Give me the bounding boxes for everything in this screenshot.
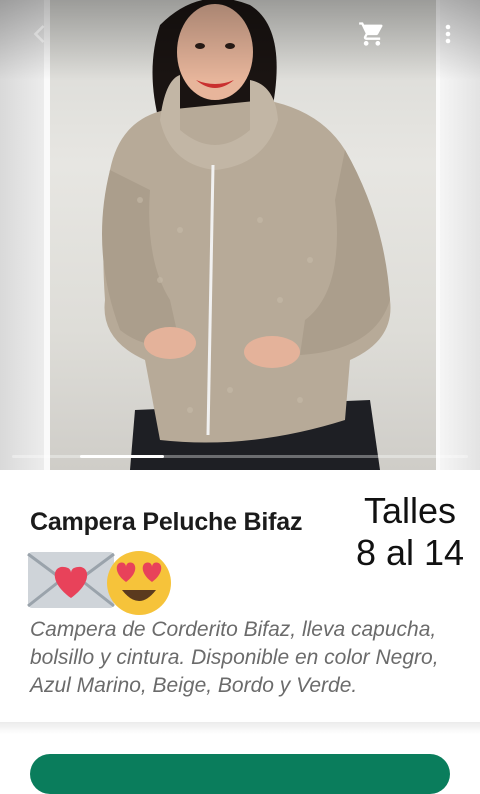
product-title: Campera Peluche Bifaz <box>30 508 303 536</box>
more-vert-icon <box>445 24 451 44</box>
cart-icon <box>359 22 383 46</box>
back-arrow-icon <box>33 25 45 43</box>
emoji-row <box>26 546 176 616</box>
back-button[interactable] <box>20 14 60 54</box>
sizes-line-1: Talles <box>363 490 457 531</box>
product-description: Campera de Corderito Bifaz, lleva capuch… <box>30 618 439 697</box>
primary-action-button[interactable] <box>30 754 450 794</box>
more-options-button[interactable] <box>428 14 468 54</box>
sizes-label: Talles 8 al 14 <box>345 490 475 574</box>
image-carousel[interactable] <box>0 0 480 470</box>
toolbar-scrim <box>0 0 480 80</box>
heart-eyes-emoji <box>107 551 171 615</box>
sizes-line-2: 8 al 14 <box>355 532 465 573</box>
bottom-bar-shadow <box>0 722 480 734</box>
cart-button[interactable] <box>352 14 392 54</box>
carousel-indicator-active <box>80 455 164 458</box>
